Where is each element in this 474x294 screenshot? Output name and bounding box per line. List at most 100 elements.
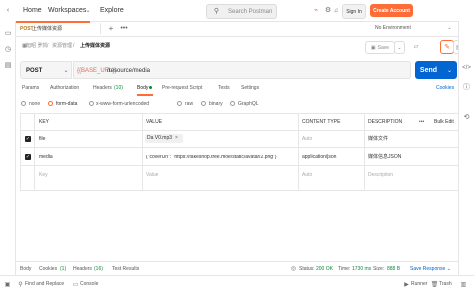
new-tab-plus-icon[interactable]: + xyxy=(107,24,115,33)
response-tab-body[interactable]: Body xyxy=(20,267,31,272)
more-columns-icon[interactable]: ••• xyxy=(419,120,424,125)
row-enabled-checkbox[interactable]: ✓ xyxy=(25,154,31,160)
chevron-down-icon[interactable]: ⌄ xyxy=(85,6,91,15)
new-value-input[interactable]: Value xyxy=(146,173,158,178)
search-input[interactable]: ⚲ Search Postman xyxy=(206,4,277,19)
status-value: 200 OK xyxy=(316,266,333,272)
tab-params[interactable]: Params xyxy=(22,86,39,91)
environment-selector[interactable]: No Environment xyxy=(375,26,411,31)
home-link[interactable]: Home xyxy=(23,7,42,14)
bulk-edit-button[interactable]: Bulk Edit xyxy=(434,120,454,125)
response-tab-cookies[interactable]: Cookies xyxy=(39,267,57,272)
row-description[interactable]: 媒体文件 xyxy=(368,137,388,142)
time-value: 1730 ms xyxy=(352,266,372,272)
breadcrumb-current[interactable]: 上传媒体资源 xyxy=(80,44,110,49)
table-row: ✓ file Da V0.mp3 × Auto 媒体文件 xyxy=(21,130,458,148)
find-replace-button[interactable]: Find and Replace xyxy=(25,282,64,287)
radio-binary[interactable] xyxy=(201,101,206,106)
row-enabled-checkbox[interactable]: ✓ xyxy=(25,136,31,142)
breadcrumb-workspace[interactable]: 旭昭 罗凯 xyxy=(26,44,47,49)
radio-graphql[interactable] xyxy=(230,101,235,106)
find-replace-icon[interactable]: ⚲ xyxy=(17,281,24,288)
table-row-placeholder: Key Value Auto Description xyxy=(21,166,458,183)
method-select[interactable]: POST ⌄ xyxy=(20,61,72,79)
environment-chevron-icon[interactable]: ⌄ xyxy=(446,24,453,33)
explore-link[interactable]: Explore xyxy=(100,7,124,14)
comment-icon[interactable]: ▱ xyxy=(412,43,420,51)
trash-icon[interactable]: 🗑 xyxy=(431,281,439,288)
forward-arrow-icon[interactable] xyxy=(13,6,19,15)
collections-icon[interactable]: ▭ xyxy=(4,29,12,37)
row-key[interactable]: media xyxy=(39,155,53,160)
tab-authorization[interactable]: Authorization xyxy=(50,86,79,91)
row-content-type[interactable]: application/json xyxy=(302,155,336,160)
code-icon[interactable]: </> xyxy=(462,63,471,72)
request-tab[interactable]: POST 上传媒体资源 xyxy=(16,21,90,36)
file-chip[interactable]: Da V0.mp3 × xyxy=(145,134,183,143)
save-label: Save xyxy=(377,44,390,51)
save-dropdown-button[interactable]: ⌄ xyxy=(394,41,405,54)
runner-button[interactable]: Runner xyxy=(411,282,427,287)
file-chip-close-icon[interactable]: × xyxy=(175,136,178,141)
save-button[interactable]: ▣ Save xyxy=(365,41,395,54)
sidebar-toggle-icon[interactable]: ▣ xyxy=(4,281,11,288)
url-input[interactable]: {{BASE_URL}} /resource/media xyxy=(73,61,411,79)
tab-bar: POST 上传媒体资源 + ••• No Environment ⌄ xyxy=(16,21,459,37)
row-content-type[interactable]: Auto xyxy=(302,137,312,142)
create-account-button[interactable]: Create Account xyxy=(370,4,413,17)
radio-binary-label: binary xyxy=(209,101,223,107)
info-icon[interactable]: ⓘ xyxy=(462,83,471,92)
response-tab-headers[interactable]: Headers xyxy=(73,267,92,272)
new-key-input[interactable]: Key xyxy=(39,173,48,178)
cookies-link[interactable]: Cookies xyxy=(436,86,454,91)
row-key[interactable]: file xyxy=(39,137,45,142)
workspaces-menu[interactable]: Workspaces xyxy=(48,7,86,14)
radio-raw[interactable] xyxy=(177,101,182,106)
layout-icon[interactable]: ▥ xyxy=(460,281,467,288)
edit-pencil-icon[interactable]: ✎ xyxy=(440,40,454,54)
history-icon[interactable]: ◷ xyxy=(4,45,12,53)
save-response-chevron-icon[interactable]: ⌄ xyxy=(446,265,452,273)
tab-body[interactable]: Body xyxy=(137,86,148,91)
settings-gear-icon[interactable]: ⚙ xyxy=(324,6,332,15)
right-sidebar: </> ⓘ ⟲ xyxy=(458,21,474,275)
size-label: Size: xyxy=(373,266,385,272)
send-chevron-icon[interactable]: ⌄ xyxy=(447,67,452,74)
row-value[interactable]: {"coverUrl": "https://fakeshop.tree.moe/… xyxy=(146,155,277,160)
new-description-input[interactable]: Description xyxy=(368,173,393,178)
runner-icon[interactable]: ▶ xyxy=(403,281,410,288)
new-content-type-input[interactable]: Auto xyxy=(302,173,312,178)
tab-headers-count: (10) xyxy=(114,85,123,91)
search-icon: ⚲ xyxy=(213,8,220,15)
tab-settings[interactable]: Settings xyxy=(241,86,259,91)
response-tab-test-results[interactable]: Test Results xyxy=(112,267,139,272)
sign-in-button[interactable]: Sign In xyxy=(342,4,366,19)
tab-prerequest-script[interactable]: Pre-request Script xyxy=(162,86,202,91)
breadcrumb-sep-2: / xyxy=(73,43,75,49)
radio-none[interactable] xyxy=(21,101,26,106)
console-button[interactable]: Console xyxy=(80,282,98,287)
trash-button[interactable]: Trash xyxy=(439,282,452,287)
bottom-status-bar: ▣ ⚲ Find and Replace ▭ Console ▶ Runner … xyxy=(0,275,474,294)
apis-icon[interactable]: ▤ xyxy=(4,61,12,69)
more-icon[interactable]: ••• xyxy=(120,24,128,33)
response-tab-headers-count: (16) xyxy=(94,266,103,272)
main-panel: POST 上传媒体资源 + ••• No Environment ⌄ ▦ 旭昭 … xyxy=(16,21,465,275)
send-button[interactable]: Send ⌄ xyxy=(415,61,457,79)
back-arrow-icon[interactable]: ‹ xyxy=(4,6,12,15)
breadcrumb-folder[interactable]: 资源管理 xyxy=(52,44,72,49)
save-response-button[interactable]: Save Response xyxy=(410,267,445,272)
radio-urlencoded-label: x-www-form-urlencoded xyxy=(96,101,150,107)
response-tab-cookies-count: (1) xyxy=(60,266,67,272)
body-type-radios: none form-data x-www-form-urlencoded raw… xyxy=(16,98,459,110)
related-icon[interactable]: ⟲ xyxy=(462,113,471,122)
radio-urlencoded[interactable] xyxy=(89,101,94,106)
radio-form-data[interactable] xyxy=(48,101,53,106)
tab-tests[interactable]: Tests xyxy=(218,86,230,91)
satellite-icon[interactable]: ⌁ xyxy=(312,6,320,15)
tab-headers[interactable]: Headers xyxy=(93,86,112,91)
row-description[interactable]: 媒体信息JSON xyxy=(368,155,401,160)
console-icon[interactable]: ▭ xyxy=(72,281,79,288)
size-value: 888 B xyxy=(387,266,401,272)
notification-bell-icon[interactable]: ♫ xyxy=(333,6,339,15)
